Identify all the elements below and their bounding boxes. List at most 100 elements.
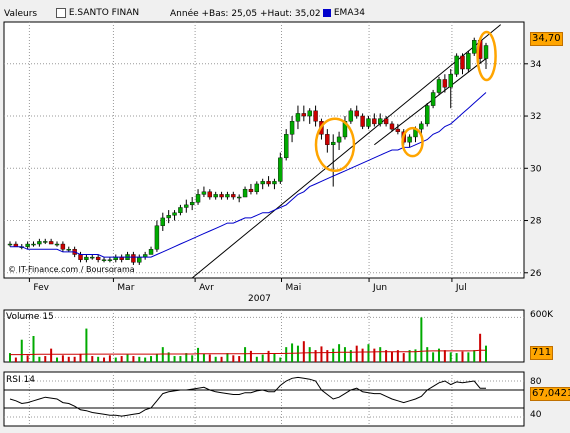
rsi-tick-80: 80: [530, 377, 542, 387]
volume-bar: [467, 352, 470, 362]
price-y-tick-label: 34: [530, 60, 542, 70]
credit-text: © IT-Finance.com / Boursorama: [8, 265, 135, 274]
candle-body: [407, 136, 412, 143]
candle-body: [272, 181, 277, 185]
volume-bar: [79, 353, 82, 362]
volume-bar: [455, 353, 458, 362]
candle-body: [378, 118, 383, 125]
candle-body: [430, 92, 436, 106]
candle-body: [178, 207, 183, 213]
candle-body: [260, 181, 265, 185]
candle-body: [48, 241, 54, 245]
candle-body: [289, 121, 295, 135]
price-y-ticks: 26 28 30 32 34: [524, 60, 542, 279]
volume-bar: [155, 353, 158, 362]
candle-body: [207, 191, 213, 198]
candle-body: [472, 40, 477, 54]
candle-body: [231, 194, 236, 198]
candle-body: [107, 259, 113, 261]
year-range: Année +Bas: 25,05 +Haut: 35,02: [170, 9, 321, 19]
candle-body: [389, 123, 395, 130]
price-x-tick-label: Jul: [455, 283, 467, 293]
price-y-tick-label: 32: [530, 112, 541, 122]
candle-body: [225, 194, 230, 198]
legend-color-box: [56, 8, 66, 18]
candle-body: [313, 110, 318, 122]
candle-body: [336, 136, 342, 143]
volume-bar: [44, 356, 47, 362]
rsi-title: RSI 14: [6, 375, 35, 385]
price-x-tick-label: Mai: [285, 283, 301, 293]
candle-body: [84, 256, 89, 260]
candle-body: [366, 118, 371, 127]
candle-body: [78, 254, 83, 260]
candle-body: [295, 113, 301, 122]
volume-bar: [449, 352, 452, 362]
price-x-tick-label: Mar: [117, 283, 134, 293]
volume-bar: [367, 344, 370, 362]
candle-body: [37, 241, 42, 245]
volume-bar: [273, 353, 276, 362]
candle-body: [154, 225, 160, 250]
price-x-tick-label: Jun: [372, 283, 387, 293]
volume-bar: [332, 348, 335, 362]
ema-legend: EMA34: [323, 8, 365, 19]
volume-bar: [73, 356, 76, 362]
volume-bar: [138, 356, 141, 362]
volume-bar: [126, 354, 129, 362]
candle-body: [242, 188, 248, 198]
volume-bar: [232, 355, 235, 362]
volume-bar: [479, 333, 482, 362]
volume-bar: [202, 353, 205, 362]
candle-body: [360, 115, 365, 127]
volume-bar: [249, 350, 252, 362]
candle-body: [7, 243, 13, 246]
volume-bar: [38, 356, 41, 362]
price-x-tick-label: Fev: [33, 283, 49, 293]
volume-bar: [85, 328, 88, 362]
candle-body: [90, 256, 95, 259]
candle-body: [348, 110, 354, 122]
candle-body: [436, 79, 442, 93]
volume-bar: [355, 345, 358, 362]
candle-body: [307, 110, 312, 117]
price-panel: [3, 21, 525, 279]
volume-bar: [261, 354, 264, 362]
volume-bar: [32, 336, 35, 362]
volume-bar: [314, 350, 317, 362]
volume-bar: [461, 351, 464, 362]
volume-bar: [161, 347, 164, 362]
candle-body: [442, 79, 448, 88]
volume-bar: [14, 357, 17, 362]
volume-bar: [238, 356, 241, 362]
volume-bar: [220, 356, 223, 362]
volume-bar: [120, 356, 123, 362]
valeurs-select-box[interactable]: E.SANTO FINAN: [56, 8, 139, 19]
valeurs-label: Valeurs: [4, 9, 38, 19]
volume-bar: [279, 357, 282, 362]
price-y-tick-label: 30: [530, 164, 542, 174]
volume-bar: [197, 347, 200, 362]
volume-last-value: 711: [530, 346, 554, 360]
candle-body: [460, 55, 465, 70]
volume-bar: [226, 353, 229, 362]
volume-bar: [103, 357, 106, 362]
chart-canvas: 26 28 30 32 34 Fev Mar Avr Mai Jun Jul: [0, 0, 570, 430]
volume-bar: [150, 356, 153, 362]
volume-bar: [296, 345, 299, 362]
price-x-ticks: Fev Mar Avr Mai Jun Jul: [28, 278, 467, 293]
volume-bar: [26, 355, 29, 362]
volume-bar: [91, 356, 94, 362]
stock-name: E.SANTO FINAN: [68, 8, 140, 18]
candle-body: [383, 118, 389, 125]
candle-body: [219, 194, 224, 198]
candle-body: [195, 194, 201, 203]
price-y-tick-label: 28: [530, 217, 542, 227]
candle-body: [425, 105, 430, 125]
volume-bar: [108, 355, 111, 362]
candle-body: [60, 243, 66, 250]
volume-bar: [61, 355, 64, 362]
volume-bar: [132, 356, 135, 362]
volume-bar: [338, 344, 341, 362]
volume-bar: [191, 355, 194, 362]
